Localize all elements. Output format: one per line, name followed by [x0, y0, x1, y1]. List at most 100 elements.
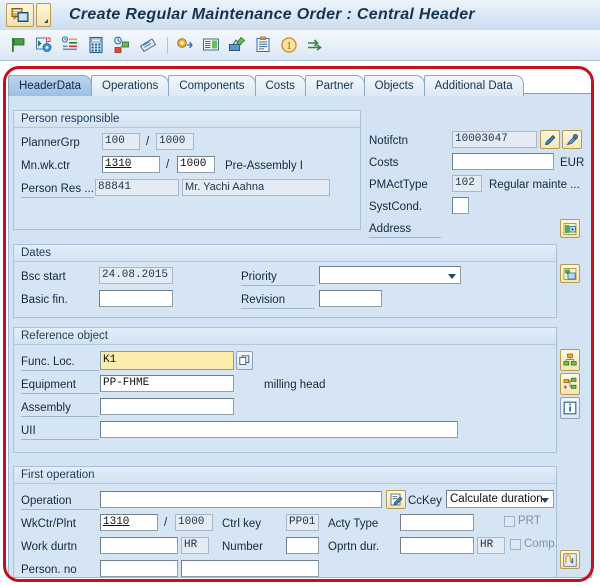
main-work-center-plant-field[interactable]: 1000	[177, 156, 215, 173]
confirmation-icon[interactable]	[225, 33, 249, 57]
goto-icon[interactable]	[303, 33, 327, 57]
basic-start-label: Bsc start	[21, 270, 66, 285]
scheduling-icon[interactable]	[110, 33, 134, 57]
address-detail-icon[interactable]	[560, 219, 580, 238]
tab-additional-data[interactable]: Additional Data	[424, 75, 524, 96]
tab-components[interactable]: Components	[168, 75, 255, 96]
prt-checkbox-box[interactable]	[504, 516, 515, 527]
assembly-field[interactable]	[100, 398, 234, 415]
tab-costs[interactable]: Costs	[255, 75, 306, 96]
ctrl-key-label: Ctrl key	[222, 517, 261, 532]
group-dates-title: Dates	[14, 245, 556, 262]
group-person-responsible: Person responsible PlannerGrp 100 / 1000…	[13, 110, 361, 230]
notification-field[interactable]: 10003047	[452, 131, 537, 148]
page-title: Create Regular Maintenance Order : Centr…	[69, 6, 475, 24]
planner-group-field[interactable]: 100	[102, 133, 140, 150]
tab-partner[interactable]: Partner	[305, 75, 365, 96]
oprtn-dur-field[interactable]	[400, 537, 474, 554]
syst-cond-label: SystCond.	[369, 200, 422, 215]
notification-icon[interactable]	[251, 33, 275, 57]
wkctr-slash: /	[164, 517, 167, 529]
person-responsible-name: Mr. Yachi Aahna	[182, 179, 330, 196]
dates-detail-icon[interactable]	[560, 264, 580, 283]
wkctr-value: 1310	[103, 516, 129, 528]
wkctr-plnt-label: WkCtr/Plnt	[21, 517, 76, 532]
main-work-center-label: Mn.wk.ctr	[21, 159, 70, 174]
equipment-field[interactable]: PP-FHME	[100, 375, 234, 392]
pm-act-type-label: PMActType	[369, 178, 428, 193]
revision-label: Revision	[241, 293, 315, 309]
info-icon[interactable]: 1	[277, 33, 301, 57]
tab-bar: HeaderData Operations Components Costs P…	[8, 72, 600, 96]
cckey-label: CcKey	[408, 494, 442, 509]
print-icon[interactable]	[136, 33, 160, 57]
work-duration-field[interactable]	[100, 537, 178, 554]
person-no-label: Person. no	[21, 563, 77, 578]
revision-field[interactable]	[319, 290, 382, 307]
pm-act-type-field[interactable]: 102	[452, 175, 482, 192]
window-menu-arrow-icon[interactable]	[36, 3, 51, 27]
prt-checkbox[interactable]: PRT	[504, 515, 541, 527]
costs-field[interactable]	[452, 153, 554, 170]
object-info-icon[interactable]	[560, 397, 580, 419]
documents-icon[interactable]	[199, 33, 223, 57]
person-responsible-field[interactable]: 88841	[95, 179, 179, 196]
priority-label: Priority	[241, 270, 315, 286]
tab-header-data[interactable]: HeaderData	[8, 75, 92, 96]
main-work-center-value: 1310	[105, 158, 131, 170]
wkctr-field[interactable]: 1310	[100, 514, 158, 531]
syst-cond-field[interactable]	[452, 197, 469, 214]
main-work-center-description: Pre-Assembly I	[225, 159, 303, 174]
uii-field[interactable]	[100, 421, 458, 438]
work-duration-label: Work durtn	[21, 540, 77, 555]
matchcode-icon[interactable]	[236, 351, 253, 370]
operation-label: Operation	[21, 494, 99, 510]
long-text-icon[interactable]	[386, 490, 406, 509]
ctrl-key-field[interactable]: PP01	[286, 514, 319, 531]
number-label: Number	[222, 540, 263, 555]
planner-group-plant-field[interactable]: 1000	[156, 133, 194, 150]
comp-checkbox-box[interactable]	[510, 539, 521, 550]
sap-session-icon[interactable]	[6, 3, 34, 27]
group-dates: Dates Bsc start 24.08.2015 Basic fin. Pr…	[13, 244, 557, 318]
basic-finish-field[interactable]	[99, 290, 173, 307]
structure-list-icon[interactable]	[560, 349, 580, 371]
person-no-name-field[interactable]	[181, 560, 319, 577]
costs-currency: EUR	[560, 156, 584, 171]
list-icon[interactable]	[58, 33, 82, 57]
number-field[interactable]	[286, 537, 319, 554]
basic-finish-label: Basic fin.	[21, 293, 68, 308]
group-reference-object: Reference object Func. Loc. K1 Equipment…	[13, 327, 557, 453]
operation-field[interactable]	[100, 491, 382, 508]
cckey-dropdown[interactable]: Calculate duration	[446, 490, 554, 508]
tab-operations[interactable]: Operations	[91, 75, 169, 96]
tab-objects[interactable]: Objects	[364, 75, 425, 96]
costs-label: Costs	[369, 156, 398, 171]
group-first-operation: First operation Operation CcKey Calculat…	[13, 466, 557, 578]
priority-dropdown[interactable]	[319, 266, 461, 284]
oprtn-dur-label: Oprtn dur.	[328, 540, 379, 555]
comp-checkbox-label: Comp.	[524, 538, 558, 550]
create-object-icon[interactable]	[560, 373, 580, 395]
oprtn-dur-unit-field[interactable]: HR	[477, 537, 505, 554]
release-order-icon[interactable]	[6, 33, 30, 57]
plug-icon[interactable]	[562, 130, 582, 149]
header-data-form: Person responsible PlannerGrp 100 / 1000…	[8, 93, 592, 578]
operation-detail-icon[interactable]	[560, 550, 580, 569]
group-first-operation-title: First operation	[14, 467, 556, 484]
main-work-center-field[interactable]: 1310	[102, 156, 160, 173]
group-person-responsible-title: Person responsible	[14, 111, 360, 128]
comp-checkbox[interactable]: Comp.	[510, 538, 558, 550]
order-settings-icon[interactable]	[32, 33, 56, 57]
planner-group-slash: /	[146, 136, 149, 148]
basic-start-field[interactable]: 24.08.2015	[99, 267, 173, 284]
calculator-icon[interactable]	[84, 33, 108, 57]
acty-type-field[interactable]	[400, 514, 474, 531]
plnt-field[interactable]: 1000	[175, 514, 213, 531]
technical-object-icon[interactable]	[173, 33, 197, 57]
window-title-bar: Create Regular Maintenance Order : Centr…	[0, 0, 600, 31]
pencil-icon[interactable]	[540, 130, 560, 149]
work-duration-unit-field[interactable]: HR	[181, 537, 209, 554]
person-no-field[interactable]	[100, 560, 178, 577]
func-loc-field[interactable]: K1	[100, 351, 234, 370]
